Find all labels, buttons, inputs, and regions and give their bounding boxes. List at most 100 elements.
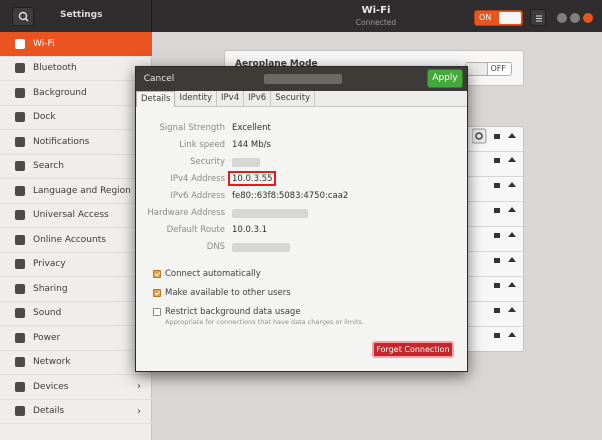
detail-label: Signal Strength bbox=[159, 123, 225, 133]
restrict-background-option[interactable]: Restrict background data usage Appropria… bbox=[153, 307, 364, 326]
search-icon bbox=[15, 161, 25, 172]
detail-label: IPv6 Address bbox=[170, 191, 225, 201]
detail-value: 144 Mb/s bbox=[232, 140, 271, 150]
sidebar-item-search[interactable]: Search bbox=[0, 155, 152, 179]
accessibility-icon bbox=[15, 210, 25, 221]
sidebar-item-background[interactable]: Background bbox=[0, 81, 152, 106]
detail-row: Hardware Address bbox=[136, 208, 467, 222]
sidebar-item-label: Power bbox=[33, 332, 61, 343]
detail-row: IPv6 Address fe80::63f8:5083:4750:caa2 bbox=[136, 191, 467, 205]
maximize-button[interactable] bbox=[570, 13, 580, 23]
detail-label: IPv4 Address bbox=[170, 174, 225, 184]
sidebar-item-label: Bluetooth bbox=[33, 63, 77, 74]
lock-icon bbox=[494, 258, 500, 263]
bell-icon bbox=[15, 136, 25, 147]
highlight-box bbox=[228, 171, 276, 186]
sidebar-item-label: Devices bbox=[33, 381, 69, 392]
apply-button[interactable]: Apply bbox=[427, 69, 463, 88]
detail-label: Security bbox=[190, 157, 225, 167]
network-status-icons bbox=[472, 128, 516, 338]
dock-icon bbox=[15, 112, 25, 123]
available-to-others-option[interactable]: Make available to other users bbox=[153, 288, 291, 298]
sidebar-item-label: Sound bbox=[33, 308, 62, 319]
lock-icon bbox=[494, 283, 500, 288]
sidebar-item-label: Dock bbox=[33, 112, 56, 123]
connect-automatically-option[interactable]: Connect automatically bbox=[153, 269, 261, 279]
detail-row: Security bbox=[136, 157, 467, 171]
connection-details-dialog: Cancel Apply Details Identity IPv4 IPv6 … bbox=[135, 66, 468, 372]
detail-row: Link speed 144 Mb/s bbox=[136, 140, 467, 154]
checkbox-checked[interactable] bbox=[153, 289, 161, 297]
tab-ipv6[interactable]: IPv6 bbox=[244, 91, 272, 107]
sidebar-item-label: Language and Region bbox=[33, 185, 131, 196]
network-name-redacted bbox=[264, 74, 342, 84]
lock-icon bbox=[494, 233, 500, 238]
detail-row: Signal Strength Excellent bbox=[136, 123, 467, 137]
sidebar-item-privacy[interactable]: Privacy bbox=[0, 253, 152, 277]
detail-row: DNS bbox=[136, 242, 467, 256]
minimize-button[interactable] bbox=[557, 13, 567, 23]
detail-row: Default Route 10.0.3.1 bbox=[136, 225, 467, 239]
sidebar-item-universal-access[interactable]: Universal Access bbox=[0, 204, 152, 228]
menu-button[interactable] bbox=[530, 9, 546, 26]
sidebar-item-label: Details bbox=[33, 406, 65, 417]
sidebar-item-network[interactable]: Network bbox=[0, 351, 152, 375]
toggle-knob bbox=[499, 12, 521, 24]
sidebar-item-details[interactable]: Details › bbox=[0, 400, 152, 424]
option-hint: Appropriate for connections that have da… bbox=[165, 318, 364, 326]
power-icon bbox=[15, 332, 25, 343]
option-label: Restrict background data usage bbox=[165, 307, 301, 317]
tab-ipv4[interactable]: IPv4 bbox=[217, 91, 245, 107]
chevron-right-icon: › bbox=[137, 405, 141, 417]
detail-label: Link speed bbox=[179, 140, 225, 150]
sidebar-item-language[interactable]: Language and Region bbox=[0, 179, 152, 204]
checkbox-unchecked[interactable] bbox=[153, 308, 161, 316]
sidebar-item-power[interactable]: Power bbox=[0, 326, 152, 351]
background-icon bbox=[15, 87, 25, 98]
cloud-icon bbox=[15, 234, 25, 245]
sidebar-item-bluetooth[interactable]: Bluetooth bbox=[0, 57, 152, 81]
sidebar-item-label: Search bbox=[33, 161, 64, 172]
detail-row: IPv4 Address 10.0.3.55 bbox=[136, 171, 467, 188]
aeroplane-toggle[interactable]: OFF bbox=[465, 62, 512, 76]
sidebar-item-label: Online Accounts bbox=[33, 234, 106, 245]
sidebar-item-online-accounts[interactable]: Online Accounts bbox=[0, 228, 152, 253]
sidebar-item-label: Network bbox=[33, 357, 71, 368]
devices-icon bbox=[15, 381, 25, 392]
sidebar-item-notifications[interactable]: Notifications bbox=[0, 130, 152, 155]
wifi-signal-icon bbox=[508, 282, 516, 287]
hardware-address-redacted bbox=[232, 209, 308, 218]
lock-icon bbox=[494, 158, 500, 163]
close-button[interactable] bbox=[583, 13, 593, 23]
info-icon bbox=[15, 406, 25, 417]
sidebar-item-label: Sharing bbox=[33, 283, 68, 294]
lock-icon bbox=[494, 308, 500, 313]
tab-identity[interactable]: Identity bbox=[175, 91, 218, 107]
sidebar-item-wifi[interactable]: Wi-Fi bbox=[0, 32, 152, 57]
tab-security[interactable]: Security bbox=[271, 91, 316, 107]
wifi-signal-icon bbox=[508, 232, 516, 237]
detail-label: DNS bbox=[206, 242, 225, 252]
dialog-tabs: Details Identity IPv4 IPv6 Security bbox=[136, 91, 467, 107]
lock-icon bbox=[494, 333, 500, 338]
speaker-icon bbox=[15, 308, 25, 319]
sidebar-item-dock[interactable]: Dock bbox=[0, 106, 152, 130]
tab-details[interactable]: Details bbox=[136, 91, 176, 107]
wifi-toggle[interactable]: ON bbox=[474, 10, 523, 26]
security-value-redacted bbox=[232, 158, 260, 167]
wifi-signal-icon bbox=[508, 207, 516, 212]
chevron-right-icon: › bbox=[137, 381, 141, 392]
cancel-button[interactable]: Cancel bbox=[141, 71, 177, 87]
gear-icon bbox=[472, 128, 487, 144]
lock-icon bbox=[494, 183, 500, 188]
sidebar-item-sound[interactable]: Sound bbox=[0, 302, 152, 326]
sidebar-item-label: Background bbox=[33, 87, 87, 98]
forget-connection-button[interactable]: Forget Connection bbox=[372, 341, 454, 358]
sidebar-item-devices[interactable]: Devices › bbox=[0, 375, 152, 400]
aeroplane-toggle-label: OFF bbox=[490, 64, 507, 73]
sidebar-item-sharing[interactable]: Sharing bbox=[0, 277, 152, 302]
checkbox-checked[interactable] bbox=[153, 270, 161, 278]
wifi-signal-icon bbox=[508, 332, 516, 337]
hand-icon bbox=[15, 259, 25, 270]
sidebar-item-label: Universal Access bbox=[33, 210, 109, 221]
